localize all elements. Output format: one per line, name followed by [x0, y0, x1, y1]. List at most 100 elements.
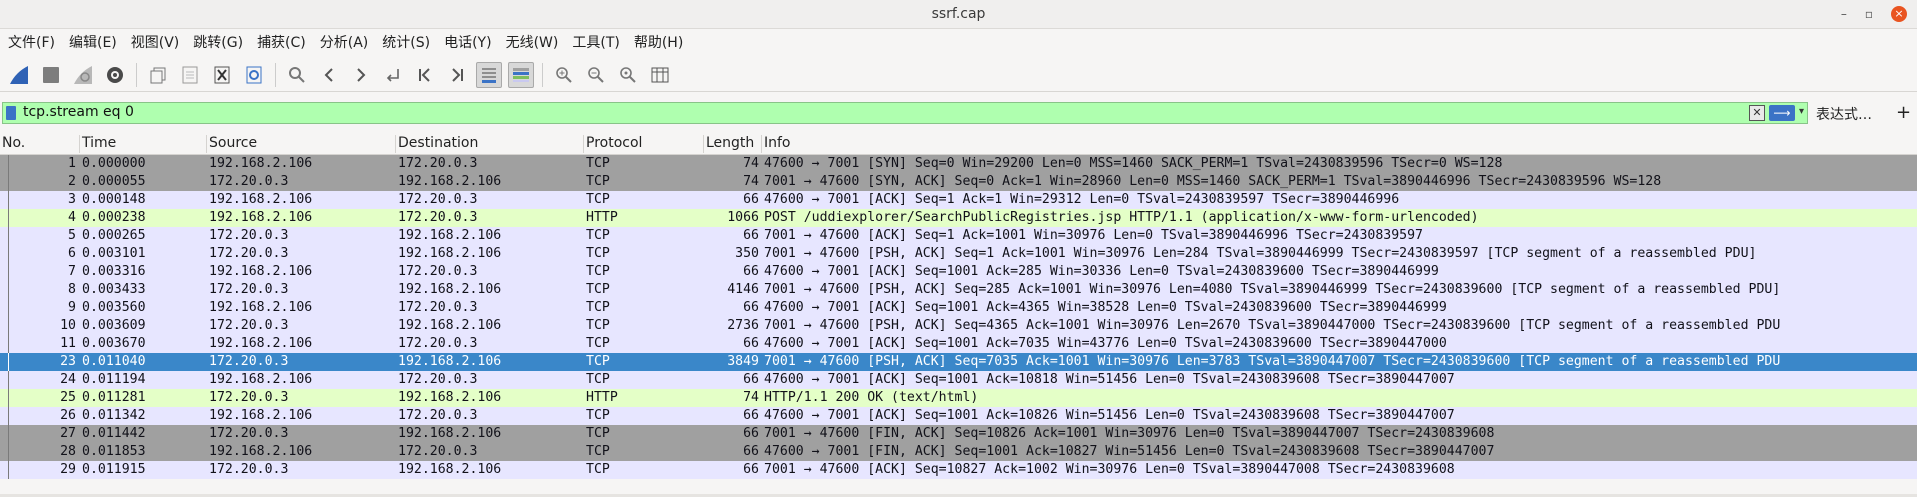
capture-options-button[interactable]	[102, 62, 128, 88]
column-header-protocol[interactable]: Protocol	[584, 135, 704, 153]
packet-length: 66	[743, 336, 759, 351]
column-header-source[interactable]: Source	[207, 135, 396, 153]
packet-info: 47600 → 7001 [SYN] Seq=0 Win=29200 Len=0…	[764, 156, 1503, 171]
packet-protocol: TCP	[586, 462, 610, 477]
packet-destination: 172.20.0.3	[398, 210, 478, 225]
packet-row[interactable]: 24 0.011194 192.168.2.106 172.20.0.3 TCP 66 47…	[0, 371, 1917, 389]
packet-destination: 192.168.2.106	[398, 426, 502, 441]
packet-source: 172.20.0.3	[209, 354, 289, 369]
display-filter-input[interactable]: tcp.stream eq 0 ✕ ⟶ ▾	[2, 102, 1808, 124]
packet-row[interactable]: 28 0.011853 192.168.2.106 172.20.0.3 TCP 66 47…	[0, 443, 1917, 461]
column-header-info[interactable]: Info	[762, 135, 1917, 153]
packet-info: 7001 → 47600 [ACK] Seq=10827 Ack=1002 Wi…	[764, 462, 1455, 477]
packet-row[interactable]: 29 0.011915 172.20.0.3 192.168.2.106 TCP 66 70…	[0, 461, 1917, 479]
packet-row[interactable]: 4 0.000238 192.168.2.106 172.20.0.3 HTTP 1066…	[0, 209, 1917, 227]
packet-row[interactable]: 10 0.003609 172.20.0.3 192.168.2.106 TCP 2736…	[0, 317, 1917, 335]
apply-filter-button[interactable]: ⟶	[1769, 105, 1795, 121]
packet-row[interactable]: 6 0.003101 172.20.0.3 192.168.2.106 TCP 350 70…	[0, 245, 1917, 263]
window-controls: – ▫ ×	[1823, 0, 1917, 28]
colorize-button[interactable]	[508, 61, 534, 88]
packet-row[interactable]: 25 0.011281 172.20.0.3 192.168.2.106 HTTP 74 H…	[0, 389, 1917, 407]
packet-row[interactable]: 7 0.003316 192.168.2.106 172.20.0.3 TCP 66 476…	[0, 263, 1917, 281]
open-file-button[interactable]	[145, 62, 171, 88]
menu-item-7[interactable]: 电话(Y)	[444, 32, 491, 52]
column-header-destination[interactable]: Destination	[396, 135, 584, 153]
menu-item-0[interactable]: 文件(F)	[8, 32, 55, 52]
menu-item-1[interactable]: 编辑(E)	[69, 32, 117, 52]
packet-destination: 192.168.2.106	[398, 228, 502, 243]
menu-item-10[interactable]: 帮助(H)	[634, 32, 683, 52]
next-packet-button[interactable]	[348, 62, 374, 88]
expression-button[interactable]: 表达式…	[1816, 104, 1872, 124]
menu-bar: 文件(F) 编辑(E) 视图(V) 跳转(G) 捕获(C) 分析(A) 统计(S) 电话(Y)…	[0, 30, 1917, 54]
packet-destination: 172.20.0.3	[398, 444, 478, 459]
menu-item-9[interactable]: 工具(T)	[572, 32, 619, 52]
packet-info: 47600 → 7001 [ACK] Seq=1001 Ack=4365 Win…	[764, 300, 1447, 315]
packet-row[interactable]: 27 0.011442 172.20.0.3 192.168.2.106 TCP 66 70…	[0, 425, 1917, 443]
window-title: ssrf.cap	[931, 6, 986, 22]
packet-info: 47600 → 7001 [ACK] Seq=1001 Ack=10818 Wi…	[764, 372, 1455, 387]
menu-item-8[interactable]: 无线(W)	[506, 32, 559, 52]
packet-time: 0.011194	[82, 372, 146, 387]
packet-destination: 192.168.2.106	[398, 282, 502, 297]
auto-scroll-button[interactable]	[476, 61, 502, 88]
maximize-button[interactable]: ▫	[1865, 7, 1873, 21]
column-header-length[interactable]: Length	[704, 135, 762, 153]
save-file-button[interactable]	[177, 62, 203, 88]
zoom-out-button[interactable]	[583, 62, 609, 88]
first-packet-button[interactable]	[412, 62, 438, 88]
packet-info: 47600 → 7001 [ACK] Seq=1 Ack=1 Win=29312…	[764, 192, 1400, 207]
packet-source: 172.20.0.3	[209, 174, 289, 189]
packet-time: 0.003433	[82, 282, 146, 297]
packet-row[interactable]: 2 0.000055 172.20.0.3 192.168.2.106 TCP 74 700…	[0, 173, 1917, 191]
restart-capture-button[interactable]	[70, 62, 96, 88]
resize-columns-button[interactable]	[647, 62, 673, 88]
go-to-packet-button[interactable]	[380, 62, 406, 88]
filter-history-dropdown[interactable]: ▾	[1799, 106, 1804, 117]
menu-item-5[interactable]: 分析(A)	[320, 32, 369, 52]
start-capture-button[interactable]	[6, 62, 32, 88]
column-header-no[interactable]: No.	[0, 135, 80, 153]
packet-number: 7	[68, 264, 76, 279]
packet-destination: 192.168.2.106	[398, 246, 502, 261]
packet-row[interactable]: 3 0.000148 192.168.2.106 172.20.0.3 TCP 66 476…	[0, 191, 1917, 209]
packet-info: 7001 → 47600 [PSH, ACK] Seq=7035 Ack=100…	[764, 354, 1781, 369]
menu-item-4[interactable]: 捕获(C)	[257, 32, 306, 52]
display-filter-text[interactable]: tcp.stream eq 0	[23, 104, 134, 120]
menu-item-3[interactable]: 跳转(G)	[193, 32, 243, 52]
zoom-in-button[interactable]	[551, 62, 577, 88]
packet-number: 6	[68, 246, 76, 261]
close-file-button[interactable]	[209, 62, 235, 88]
menu-item-2[interactable]: 视图(V)	[131, 32, 180, 52]
menu-item-6[interactable]: 统计(S)	[382, 32, 430, 52]
packet-destination: 192.168.2.106	[398, 318, 502, 333]
packet-destination: 172.20.0.3	[398, 156, 478, 171]
packet-row[interactable]: 1 0.000000 192.168.2.106 172.20.0.3 TCP 74 476…	[0, 155, 1917, 173]
normal-size-button[interactable]	[615, 62, 641, 88]
packet-destination: 192.168.2.106	[398, 390, 502, 405]
packet-row[interactable]: 23 0.011040 172.20.0.3 192.168.2.106 TCP 3849…	[0, 353, 1917, 371]
packet-row[interactable]: 5 0.000265 172.20.0.3 192.168.2.106 TCP 66 700…	[0, 227, 1917, 245]
stop-capture-button[interactable]	[38, 62, 64, 88]
packet-row[interactable]: 26 0.011342 192.168.2.106 172.20.0.3 TCP 66 47…	[0, 407, 1917, 425]
packet-row[interactable]: 9 0.003560 192.168.2.106 172.20.0.3 TCP 66 476…	[0, 299, 1917, 317]
packet-row[interactable]: 8 0.003433 172.20.0.3 192.168.2.106 TCP 4146 7…	[0, 281, 1917, 299]
packet-time: 0.011281	[82, 390, 146, 405]
column-header-time[interactable]: Time	[80, 135, 207, 153]
packet-length: 66	[743, 300, 759, 315]
file-stack-icon	[150, 67, 166, 83]
add-filter-button[interactable]: +	[1896, 102, 1911, 123]
reload-file-button[interactable]	[241, 62, 267, 88]
packet-row[interactable]: 11 0.003670 192.168.2.106 172.20.0.3 TCP 66 47…	[0, 335, 1917, 353]
packet-length: 66	[743, 426, 759, 441]
find-packet-button[interactable]	[284, 62, 310, 88]
last-packet-button[interactable]	[444, 62, 470, 88]
packet-source: 172.20.0.3	[209, 318, 289, 333]
packet-info: 47600 → 7001 [ACK] Seq=1001 Ack=285 Win=…	[764, 264, 1439, 279]
packet-number: 11	[60, 336, 76, 351]
clear-filter-button[interactable]: ✕	[1749, 105, 1765, 121]
previous-packet-button[interactable]	[316, 62, 342, 88]
minimize-button[interactable]: –	[1841, 7, 1847, 21]
bookmark-icon[interactable]	[6, 106, 16, 120]
close-button[interactable]: ×	[1891, 6, 1907, 22]
